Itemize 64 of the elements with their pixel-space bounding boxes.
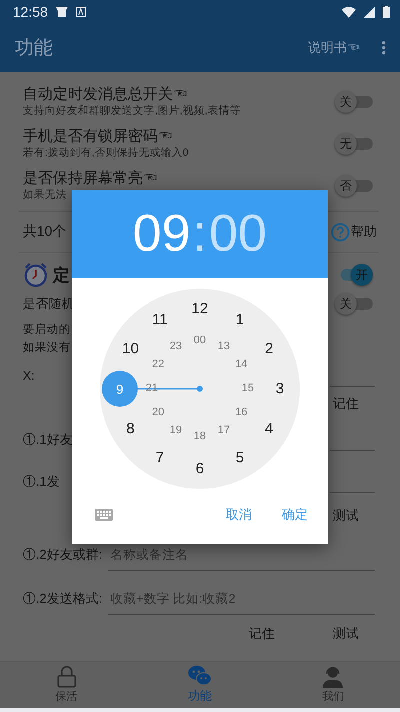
- help-button[interactable]: 帮助: [331, 222, 377, 242]
- setting-title: 自动定时发消息总开关☜: [23, 86, 189, 104]
- test-button[interactable]: 测试: [329, 622, 363, 646]
- remember-button[interactable]: 记住: [329, 392, 363, 416]
- hour-number[interactable]: 8: [126, 422, 135, 436]
- battery-icon: [383, 6, 390, 18]
- hour-number[interactable]: 11: [152, 312, 168, 328]
- hour-number[interactable]: 5: [236, 450, 244, 466]
- hour-number[interactable]: 10: [122, 342, 140, 356]
- timer-count: 共10个: [23, 223, 67, 241]
- hour-number[interactable]: 19: [170, 425, 182, 436]
- instruction-text: 要启动的: [23, 322, 71, 338]
- hour-number[interactable]: 23: [170, 342, 182, 353]
- hour-number[interactable]: 2: [265, 342, 274, 356]
- setting-title: 是否保持屏幕常亮☜: [23, 170, 158, 188]
- setting-description: 支持向好友和群聊发送文字,图片,视频,表情等: [23, 104, 241, 118]
- more-menu-icon[interactable]: [382, 41, 386, 55]
- field-label: ①.1好友: [23, 431, 73, 449]
- notification-icon: [76, 7, 86, 17]
- hour-number[interactable]: 9: [102, 371, 138, 407]
- section-title: 定: [53, 264, 70, 286]
- chat-icon: [188, 665, 212, 687]
- wifi-icon: [342, 6, 356, 18]
- setting-title: 手机是否有锁屏密码☜: [23, 128, 174, 146]
- test-button[interactable]: 测试: [329, 504, 363, 528]
- time-separator: :: [192, 204, 208, 264]
- status-time: 12:58: [13, 4, 48, 20]
- support-agent-icon: [322, 666, 344, 688]
- hour-number[interactable]: 7: [156, 450, 164, 466]
- setting-description: 如果无法: [23, 188, 68, 202]
- app-title: 功能: [15, 37, 54, 61]
- field-label: ①.2发送格式:: [23, 590, 102, 608]
- field-label: ①.2好友或群:: [23, 546, 102, 564]
- signal-icon: [364, 6, 375, 18]
- lock-icon: [56, 666, 77, 688]
- instruction-text: 如果没有: [23, 340, 71, 356]
- hour-number[interactable]: 15: [242, 384, 254, 394]
- hour-number[interactable]: 13: [218, 342, 230, 353]
- hour-number[interactable]: 6: [196, 462, 204, 476]
- hour-number[interactable]: 4: [265, 422, 274, 436]
- hour-number[interactable]: 14: [235, 360, 248, 370]
- alarm-clock-icon: [23, 262, 49, 288]
- hour-number[interactable]: 3: [276, 382, 284, 396]
- remember-button[interactable]: 记住: [245, 622, 279, 646]
- hour-number[interactable]: 18: [194, 432, 206, 442]
- hour-number[interactable]: 1: [236, 312, 244, 328]
- hour-number[interactable]: 00: [194, 336, 206, 346]
- hour-number[interactable]: 22: [152, 360, 165, 370]
- field-label: X:: [23, 369, 35, 383]
- hour-number[interactable]: 12: [192, 302, 208, 316]
- keyboard-icon[interactable]: [95, 509, 113, 521]
- confirm-button[interactable]: 确定: [276, 502, 314, 528]
- hour-number[interactable]: 20: [152, 408, 165, 418]
- hour-display[interactable]: 09: [132, 204, 191, 264]
- notification-icon: [56, 7, 68, 17]
- setting-description: 若有:拨动到有,否则保持无或输入0: [23, 146, 189, 160]
- field-label: ①.1发: [23, 473, 60, 491]
- manual-link[interactable]: 说明书☜: [308, 39, 360, 57]
- help-icon: [331, 222, 350, 242]
- hour-number[interactable]: 16: [235, 408, 248, 418]
- hour-number[interactable]: 17: [218, 425, 230, 436]
- cancel-button[interactable]: 取消: [220, 502, 258, 528]
- minute-display[interactable]: 00: [209, 204, 268, 264]
- input-field[interactable]: 收藏+数字 比如:收藏2: [108, 584, 375, 614]
